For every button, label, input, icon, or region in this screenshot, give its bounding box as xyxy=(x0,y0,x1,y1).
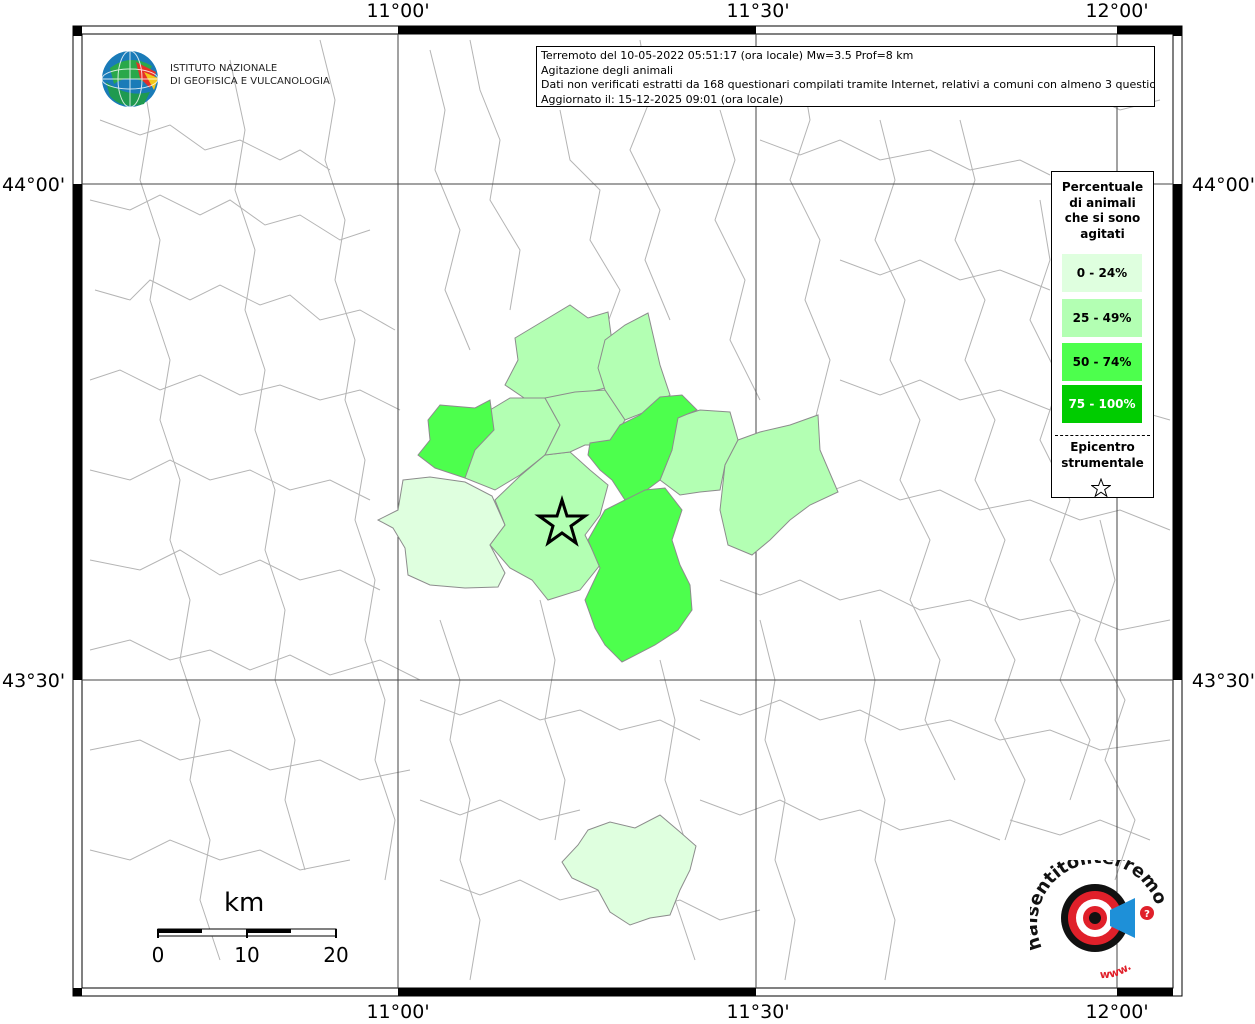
lon-label-top-2: 11°30' xyxy=(726,0,790,22)
ingv-logo: ISTITUTO NAZIONALE DI GEOFISICA E VULCAN… xyxy=(100,48,330,110)
frame-tick-right-2 xyxy=(1173,184,1182,680)
scale-tick-10: 10 xyxy=(234,943,260,967)
legend-class-1: 25 - 49% xyxy=(1062,299,1142,337)
frame-tick-bottom-3 xyxy=(1117,988,1173,996)
logo-line-1: ISTITUTO NAZIONALE xyxy=(170,63,278,74)
legend-epicenter-line-1: Epicentro xyxy=(1070,440,1135,454)
haisentito-badge-graphic: haisentitoilterremoto.it www. ? xyxy=(1021,844,1171,981)
legend-title: Percentuale di animali che si sono agita… xyxy=(1052,180,1153,242)
info-line-1: Terremoto del 10-05-2022 05:51:17 (ora l… xyxy=(541,49,914,62)
star-outline-icon xyxy=(1091,478,1111,498)
legend-epicenter-line-2: strumentale xyxy=(1061,456,1144,470)
info-line-4: Aggiornato il: 15-12-2025 09:01 (ora loc… xyxy=(541,93,784,107)
legend: Percentuale di animali che si sono agita… xyxy=(1051,171,1154,498)
lon-label-bottom-1: 11°00' xyxy=(366,1001,430,1023)
lat-label-left-1: 44°00' xyxy=(2,174,66,196)
legend-title-line-1: Percentuale xyxy=(1061,180,1144,194)
frame-tick-top-3 xyxy=(1117,26,1173,34)
info-line-2: Agitazione degli animali xyxy=(541,63,674,77)
legend-title-line-3: che si sono xyxy=(1064,211,1141,225)
lon-label-top-1: 11°00' xyxy=(366,0,430,22)
target-megaphone-icon: ? xyxy=(1061,884,1154,952)
badge-text-reverse: www. xyxy=(1099,960,1133,980)
scale-tick-0: 0 xyxy=(151,943,165,967)
scale-bar: km 0 10 20 xyxy=(150,888,370,978)
scale-tick-20: 20 xyxy=(323,943,349,967)
legend-title-line-4: agitati xyxy=(1080,226,1125,241)
lon-label-bottom-2: 11°30' xyxy=(726,1001,790,1023)
earthquake-info-box: Terremoto del 10-05-2022 05:51:17 (ora l… xyxy=(536,46,1155,107)
legend-class-0: 0 - 24% xyxy=(1062,254,1142,292)
svg-text:?: ? xyxy=(1144,909,1150,920)
lat-label-right-1: 44°00' xyxy=(1191,174,1255,196)
logo-line-2: DI GEOFISICA E VULCANOLOGIA xyxy=(170,75,330,87)
legend-separator xyxy=(1055,435,1150,436)
lon-label-top-3: 12°00' xyxy=(1085,0,1149,22)
haisentito-badge: haisentitoilterremoto.it www. ? xyxy=(1021,844,1171,981)
scale-unit: km xyxy=(224,888,265,918)
info-line-3: Dati non verificati estratti da 168 ques… xyxy=(541,78,1155,92)
lat-label-left-2: 43°30' xyxy=(2,670,66,692)
legend-class-3: 75 - 100% xyxy=(1062,385,1142,423)
frame-tick-top-2 xyxy=(398,26,756,34)
legend-class-2: 50 - 74% xyxy=(1062,343,1142,381)
frame-tick-left-2 xyxy=(73,184,82,680)
frame-tick-bottom-2 xyxy=(398,988,756,996)
lon-label-bottom-3: 12°00' xyxy=(1085,1001,1149,1023)
frame-tick-right-1 xyxy=(1173,26,1182,36)
globe-icon xyxy=(101,50,159,108)
legend-epicenter-label: Epicentro strumentale xyxy=(1052,439,1153,471)
frame-tick-bottom-1 xyxy=(73,988,82,996)
legend-title-line-2: di animali xyxy=(1069,195,1136,210)
lat-label-right-2: 43°30' xyxy=(1191,670,1255,692)
frame-tick-left-1 xyxy=(73,26,82,36)
